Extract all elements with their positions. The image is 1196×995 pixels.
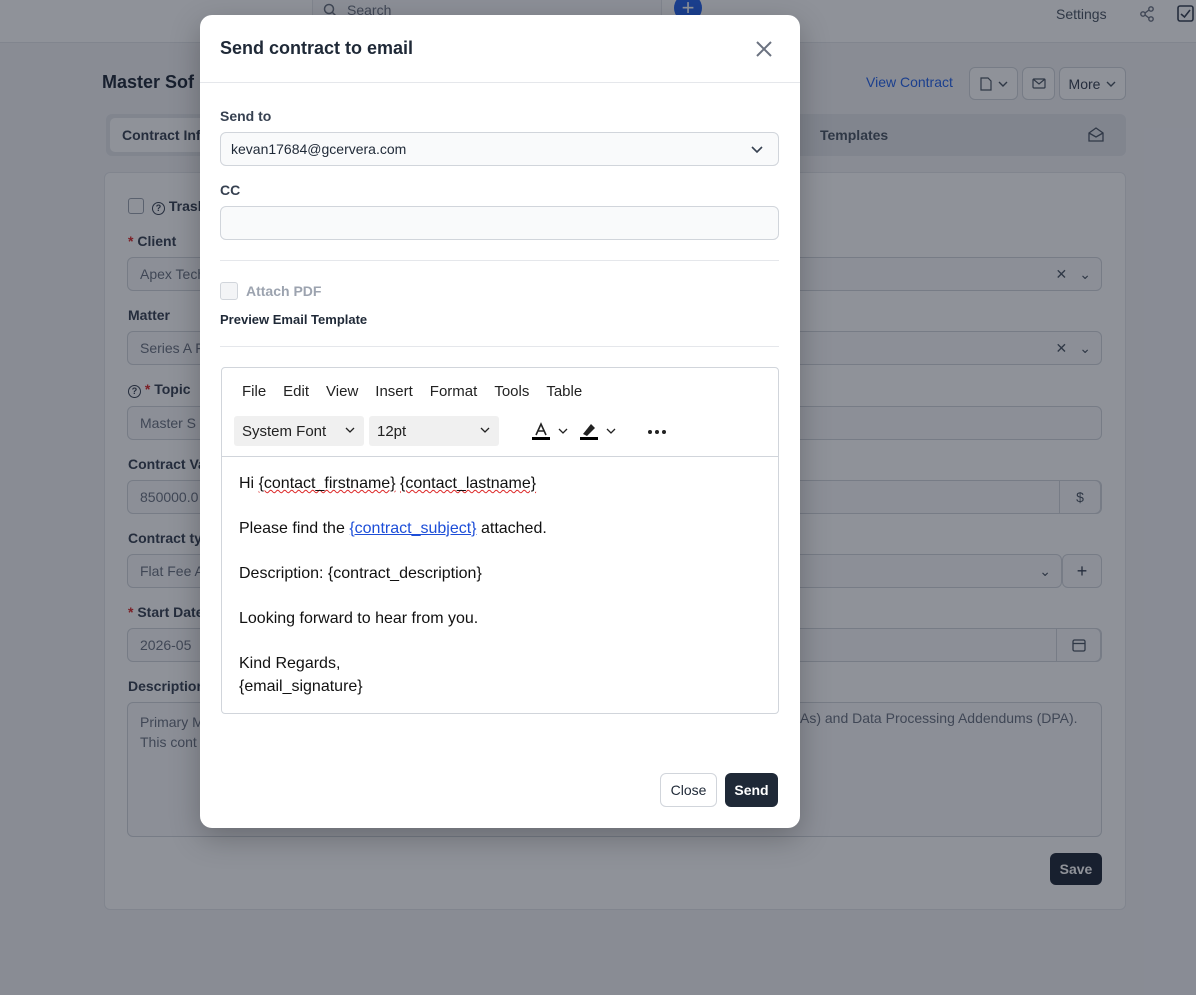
send-to-label: Send to (220, 108, 272, 124)
font-size-select[interactable]: 12pt (369, 416, 499, 446)
highlight-icon (580, 424, 598, 440)
menu-view[interactable]: View (326, 383, 358, 400)
editor-toolbar: System Font 12pt (234, 416, 667, 446)
font-family-select[interactable]: System Font (234, 416, 364, 446)
menu-format[interactable]: Format (430, 383, 478, 400)
divider (220, 346, 779, 347)
text-color-icon (532, 422, 550, 440)
merge-field-contact-firstname: {contact_firstname} (258, 475, 396, 492)
attach-pdf-label: Attach PDF (246, 283, 322, 299)
close-button[interactable]: Close (660, 773, 717, 807)
closing-line: Looking forward to hear from you. (239, 610, 479, 627)
chevron-down-icon (558, 428, 568, 434)
menu-insert[interactable]: Insert (375, 383, 413, 400)
editor-menubar: File Edit View Insert Format Tools Table (242, 383, 599, 400)
merge-field-contract-subject[interactable]: {contract_subject} (349, 520, 476, 537)
chevron-down-icon (345, 427, 355, 433)
more-horizontal-icon[interactable] (647, 422, 667, 440)
text-color-button[interactable] (531, 421, 569, 441)
merge-field-contact-lastname: {contact_lastname} (399, 475, 537, 492)
chevron-down-icon (480, 427, 490, 433)
divider (220, 260, 779, 261)
highlight-color-button[interactable] (579, 421, 617, 441)
close-icon[interactable] (754, 39, 774, 64)
send-contract-modal: Send contract to email Send to kevan1768… (200, 15, 800, 828)
menu-file[interactable]: File (242, 383, 266, 400)
send-to-select[interactable]: kevan17684@gcervera.com (220, 132, 779, 166)
send-to-value: kevan17684@gcervera.com (231, 141, 407, 157)
email-template-editor: File Edit View Insert Format Tools Table… (221, 367, 779, 714)
send-button[interactable]: Send (725, 773, 778, 807)
modal-title: Send contract to email (220, 38, 414, 58)
menu-edit[interactable]: Edit (283, 383, 309, 400)
cc-label: CC (220, 182, 241, 198)
menu-table[interactable]: Table (546, 383, 582, 400)
chevron-down-icon (606, 428, 616, 434)
modal-header: Send contract to email (200, 15, 800, 83)
attach-pdf-checkbox[interactable] (220, 282, 238, 300)
description-line: Description: {contract_description} (239, 565, 482, 582)
menu-tools[interactable]: Tools (494, 383, 529, 400)
merge-field-email-signature: {email_signature} (239, 677, 363, 695)
greeting-line: Hi {contact_firstname} {contact_lastname… (239, 475, 537, 492)
attach-pdf-row[interactable]: Attach PDF (220, 282, 321, 300)
attachment-line: Please find the {contract_subject} attac… (239, 520, 547, 537)
chevron-down-icon (751, 146, 763, 154)
preview-template-label: Preview Email Template (220, 312, 368, 327)
editor-content[interactable]: Hi {contact_firstname} {contact_lastname… (222, 456, 778, 713)
signature-block: Kind Regards, {email_signature} (239, 655, 363, 695)
cc-input[interactable] (220, 206, 779, 240)
